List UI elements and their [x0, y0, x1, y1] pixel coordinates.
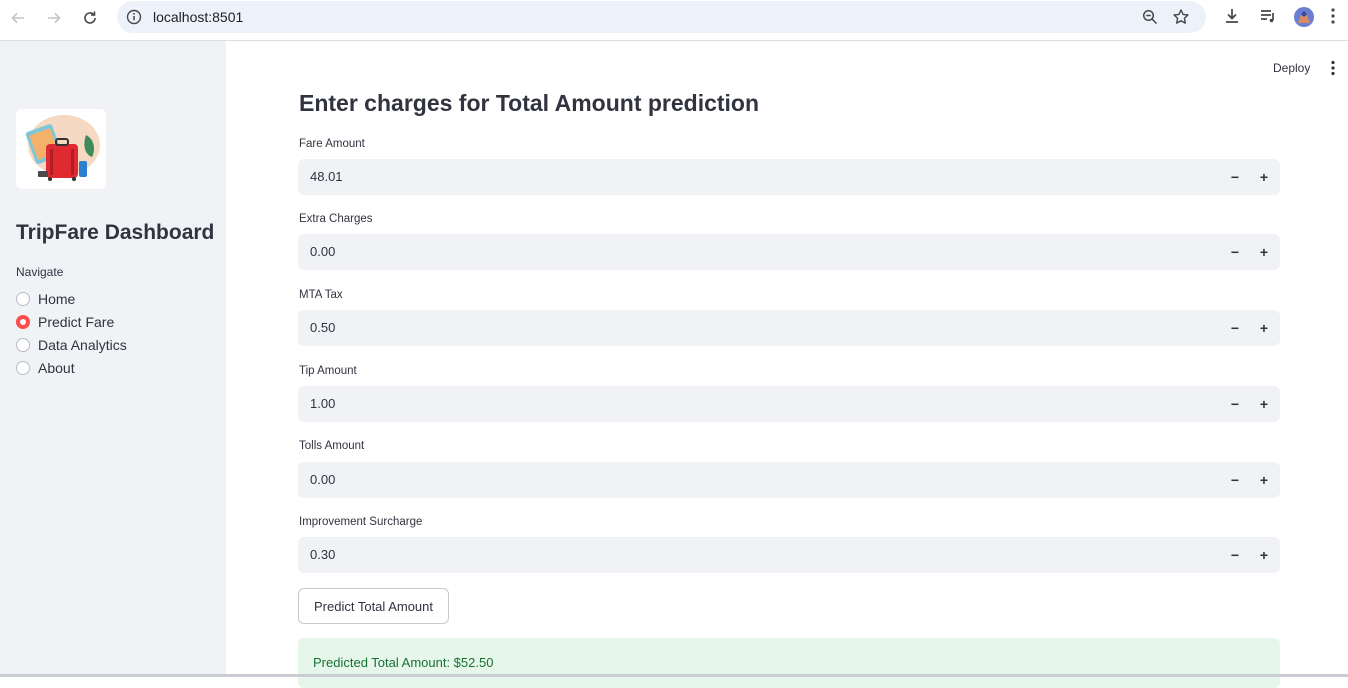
media-queue-icon[interactable] [1258, 6, 1278, 31]
mta-tax-value[interactable]: 0.50 [310, 320, 335, 335]
back-arrow-icon[interactable] [6, 6, 30, 30]
improvement-surcharge-value[interactable]: 0.30 [310, 547, 335, 562]
increment-button[interactable]: + [1254, 167, 1274, 187]
tolls-amount-input[interactable]: 0.00 − + [298, 462, 1280, 498]
page-title: Enter charges for Total Amount predictio… [299, 90, 760, 116]
nav-radio-label[interactable]: About [38, 360, 75, 376]
deploy-button[interactable]: Deploy [1273, 61, 1310, 75]
increment-button[interactable]: + [1254, 242, 1274, 262]
extra-charges-label: Extra Charges [299, 213, 373, 225]
fare-amount-value[interactable]: 48.01 [310, 169, 343, 184]
nav-radio-predict-fare[interactable]: Predict Fare [16, 312, 114, 332]
tip-amount-value[interactable]: 1.00 [310, 396, 335, 411]
navigate-label: Navigate [16, 265, 64, 279]
increment-button[interactable]: + [1254, 394, 1274, 414]
increment-button[interactable]: + [1254, 545, 1274, 565]
mta-tax-label: MTA Tax [299, 289, 343, 301]
decrement-button[interactable]: − [1225, 318, 1245, 338]
fare-amount-input[interactable]: 48.01 − + [298, 159, 1280, 195]
tip-amount-label: Tip Amount [299, 365, 357, 377]
nav-radio-data-analytics[interactable]: Data Analytics [16, 335, 127, 355]
tolls-amount-value[interactable]: 0.00 [310, 472, 335, 487]
travel-logo [16, 109, 106, 189]
mta-tax-input[interactable]: 0.50 − + [298, 310, 1280, 346]
profile-avatar[interactable] [1293, 6, 1315, 33]
forward-arrow-icon[interactable] [42, 6, 66, 30]
reload-icon[interactable] [78, 6, 102, 30]
nav-radio-home[interactable]: Home [16, 289, 75, 309]
nav-radio-label[interactable]: Home [38, 291, 75, 307]
increment-button[interactable]: + [1254, 470, 1274, 490]
improvement-surcharge-input[interactable]: 0.30 − + [298, 537, 1280, 573]
decrement-button[interactable]: − [1225, 167, 1245, 187]
main-menu-icon[interactable] [1326, 60, 1340, 76]
prediction-result-alert: Predicted Total Amount: $52.50 [298, 638, 1280, 688]
decrement-button[interactable]: − [1225, 545, 1245, 565]
browser-menu-icon[interactable] [1330, 6, 1336, 31]
decrement-button[interactable]: − [1225, 394, 1245, 414]
predict-total-amount-button[interactable]: Predict Total Amount [298, 588, 449, 624]
tip-amount-input[interactable]: 1.00 − + [298, 386, 1280, 422]
zoom-icon[interactable] [1142, 9, 1158, 30]
browser-toolbar: localhost:8501 [0, 0, 1348, 41]
prediction-result-text: Predicted Total Amount: $52.50 [313, 655, 494, 670]
radio-button-icon[interactable] [16, 338, 30, 352]
fare-amount-label: Fare Amount [299, 138, 365, 150]
radio-button-icon[interactable] [16, 361, 30, 375]
bookmark-star-icon[interactable] [1172, 8, 1190, 31]
improvement-surcharge-label: Improvement Surcharge [299, 516, 423, 528]
nav-radio-about[interactable]: About [16, 358, 75, 378]
decrement-button[interactable]: − [1225, 242, 1245, 262]
extra-charges-value[interactable]: 0.00 [310, 244, 335, 259]
increment-button[interactable]: + [1254, 318, 1274, 338]
sidebar: TripFare Dashboard Navigate Home Predict… [0, 41, 226, 677]
tolls-amount-label: Tolls Amount [299, 440, 365, 452]
download-icon[interactable] [1222, 6, 1242, 31]
site-info-icon[interactable] [126, 9, 142, 30]
sidebar-title: TripFare Dashboard [16, 221, 215, 244]
decrement-button[interactable]: − [1225, 470, 1245, 490]
radio-button-icon[interactable] [16, 292, 30, 306]
nav-radio-label[interactable]: Predict Fare [38, 314, 114, 330]
url-text[interactable]: localhost:8501 [153, 9, 243, 25]
nav-radio-label[interactable]: Data Analytics [38, 337, 127, 353]
address-bar[interactable]: localhost:8501 [117, 1, 1206, 33]
extra-charges-input[interactable]: 0.00 − + [298, 234, 1280, 270]
radio-selected-icon[interactable] [16, 315, 30, 329]
